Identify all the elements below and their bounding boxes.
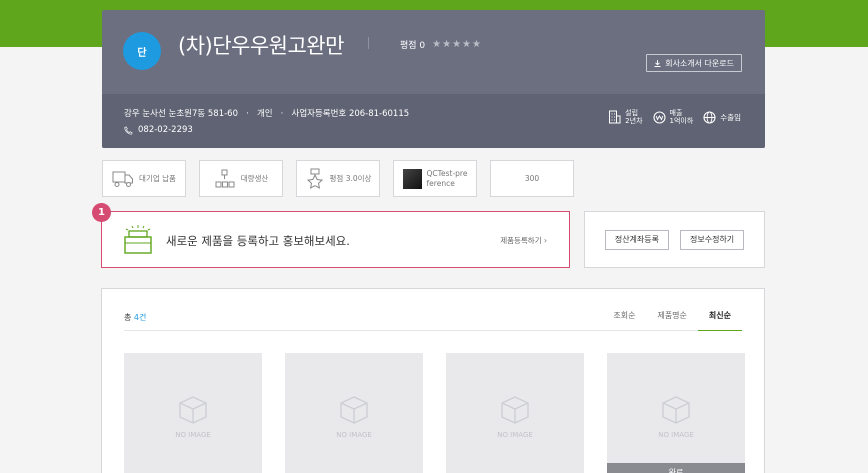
product-list-panel: 총 4건 조회순 제품명순 최신순 NO IMAGE NO IMAGE NO I… [101,288,765,473]
product-total-count: 4건 [133,313,147,322]
company-stats: 설립 2년차 매출 1억이하 수출임 [608,109,741,125]
badge-rating[interactable]: 평점 3.0이상 [296,160,380,197]
badge-large-supplier[interactable]: 대기업 납품 [102,160,186,197]
badge-count[interactable]: 300 [490,160,574,197]
sort-tabs: 조회순 제품명순 최신순 [602,310,742,331]
product-card[interactable]: NO IMAGE [124,353,262,473]
divider [368,37,369,49]
download-icon [654,59,661,67]
no-image-label: NO IMAGE [658,431,694,439]
product-card[interactable]: NO IMAGE [285,353,423,473]
badge-label: 대기업 납품 [139,174,176,183]
no-image-label: NO IMAGE [175,431,211,439]
register-product-link[interactable]: 제품등록하기 › [500,235,547,246]
placeholder-box-icon [340,396,368,424]
building-icon [609,110,621,124]
company-info-card: 단 (차)단우우원고완만 평점 0 ★★★★★ 회사소개서 다운로드 강우 눈사… [102,10,765,148]
founded-value: 2년차 [625,117,643,125]
placeholder-box-icon [662,396,690,424]
business-type: 개인 [256,109,273,119]
company-name: (차)단우우원고완만 [178,34,344,58]
product-total: 총 4건 [124,313,147,322]
product-thumbnail [402,168,422,189]
badge-mass-production[interactable]: 대량생산 [199,160,283,197]
phone-number: 082-02-2293 [138,125,193,135]
register-product-banner[interactable]: 새로운 제품을 등록하고 홍보해보세요. 제품등록하기 › [101,211,570,268]
placeholder-box-icon [179,396,207,424]
edit-info-button[interactable]: 정보수정하기 [680,229,745,250]
rating-label: 평점 0 [400,41,426,51]
step-marker: 1 [92,203,111,222]
star-rating-icon: ★★★★★ [432,39,482,50]
company-rating: 평점 0 ★★★★★ [400,38,482,51]
register-message: 새로운 제품을 등록하고 홍보해보세요. [166,234,350,248]
badge-preference[interactable]: QCTest-pre ference [393,160,477,197]
phone-icon [124,125,133,135]
sales-icon [652,110,666,124]
sales-stat: 매출 1억이하 [652,109,694,125]
company-avatar: 단 [123,32,161,70]
settlement-account-button[interactable]: 정산계좌등록 [604,229,669,250]
product-box-icon [124,225,152,254]
download-label: 회사소개서 다운로드 [665,58,734,68]
sort-tab-name[interactable]: 제품명순 [646,310,697,331]
sort-tab-views[interactable]: 조회순 [602,310,646,331]
founded-stat: 설립 2년차 [608,109,643,125]
company-header: 단 (차)단우우원고완만 평점 0 ★★★★★ 회사소개서 다운로드 [102,10,765,94]
sort-tab-latest[interactable]: 최신순 [697,310,742,331]
product-grid: NO IMAGE NO IMAGE NO IMAGE NO IMAGE 완료 [124,353,745,473]
globe-icon [703,110,716,124]
company-address-line: 강우 눈사선 눈초원7동 581-60 · 개인 · 사업자등록번호 206-8… [124,109,410,119]
account-actions: 정산계좌등록 정보수정하기 [584,211,765,268]
founded-label: 설립 [625,109,639,117]
sales-value: 1억이하 [669,117,694,125]
badge-label: 평점 3.0이상 [329,174,372,183]
download-brochure-button[interactable]: 회사소개서 다운로드 [646,54,742,72]
company-phone: 082-02-2293 [124,125,193,135]
no-image-label: NO IMAGE [497,431,533,439]
badge-label-line2: ference [426,178,455,188]
sales-label: 매출 [669,109,683,117]
no-image-label: NO IMAGE [336,431,372,439]
export-label: 수출임 [720,112,741,122]
address: 강우 눈사선 눈초원7동 581-60 [124,109,239,119]
badge-label: 300 [524,174,540,183]
product-card[interactable]: NO IMAGE 완료 [607,353,745,473]
product-card[interactable]: NO IMAGE [446,353,584,473]
export-stat: 수출임 [703,109,741,125]
truck-icon [112,171,134,187]
badge-label-line1: QCTest-pre [426,168,468,178]
boxes-icon [215,169,235,187]
status-overlay: 완료 [607,463,745,473]
placeholder-box-icon [501,396,529,424]
certification-badges: 대기업 납품 대량생산 평점 3.0이상 QCTest-pre ference 3… [102,160,574,197]
company-details: 강우 눈사선 눈초원7동 581-60 · 개인 · 사업자등록번호 206-8… [102,94,765,148]
badge-label: 대량생산 [240,174,269,183]
star-medal-icon [306,168,323,189]
registration-number: 사업자등록번호 206-81-60115 [291,109,410,119]
